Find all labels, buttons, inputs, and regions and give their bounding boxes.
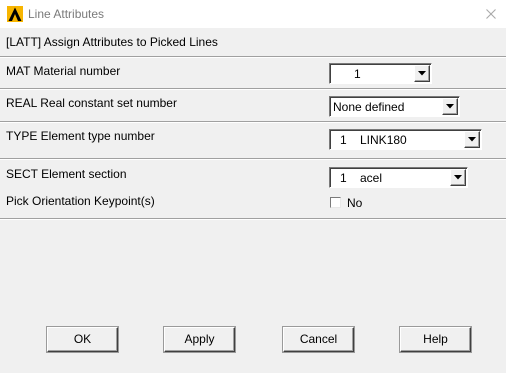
dropdown-button[interactable] — [464, 131, 480, 148]
cancel-button[interactable]: Cancel — [283, 327, 354, 352]
material-number-select[interactable]: 1 — [329, 63, 432, 84]
chevron-down-icon — [468, 137, 476, 142]
element-type-select[interactable]: 1 LINK180 — [329, 129, 482, 150]
dropdown-button[interactable] — [414, 65, 430, 82]
orientation-checkbox[interactable] — [330, 197, 341, 208]
apply-button[interactable]: Apply — [164, 327, 235, 352]
type-label: TYPE Element type number — [6, 129, 155, 143]
mat-label: MAT Material number — [6, 64, 121, 78]
close-icon[interactable] — [482, 5, 500, 23]
separator — [0, 158, 506, 160]
ansys-logo-icon — [7, 6, 23, 22]
real-constant-value: None defined — [333, 100, 405, 114]
chevron-down-icon — [418, 71, 426, 76]
chevron-down-icon — [446, 104, 454, 109]
orientation-checkbox-label[interactable]: No — [347, 196, 362, 210]
help-button[interactable]: Help — [400, 327, 471, 352]
separator — [0, 56, 506, 58]
title-bar[interactable]: Line Attributes — [0, 0, 506, 28]
separator — [0, 121, 506, 123]
orientation-label: Pick Orientation Keypoint(s) — [6, 194, 155, 208]
separator — [0, 218, 506, 220]
command-label: [LATT] Assign Attributes to Picked Lines — [6, 35, 218, 49]
real-constant-select[interactable]: None defined — [329, 96, 460, 117]
element-type-value: 1 LINK180 — [340, 133, 407, 147]
sect-label: SECT Element section — [6, 167, 127, 181]
real-label: REAL Real constant set number — [6, 96, 177, 110]
material-number-value: 1 — [354, 67, 361, 81]
element-section-value: 1 acel — [340, 171, 383, 185]
dropdown-button[interactable] — [450, 169, 466, 186]
chevron-down-icon — [454, 175, 462, 180]
element-section-select[interactable]: 1 acel — [329, 167, 468, 188]
separator — [0, 88, 506, 90]
ok-button[interactable]: OK — [47, 327, 118, 352]
dropdown-button[interactable] — [442, 98, 458, 115]
line-attributes-dialog: Line Attributes [LATT] Assign Attributes… — [0, 0, 506, 373]
window-title: Line Attributes — [28, 7, 105, 21]
